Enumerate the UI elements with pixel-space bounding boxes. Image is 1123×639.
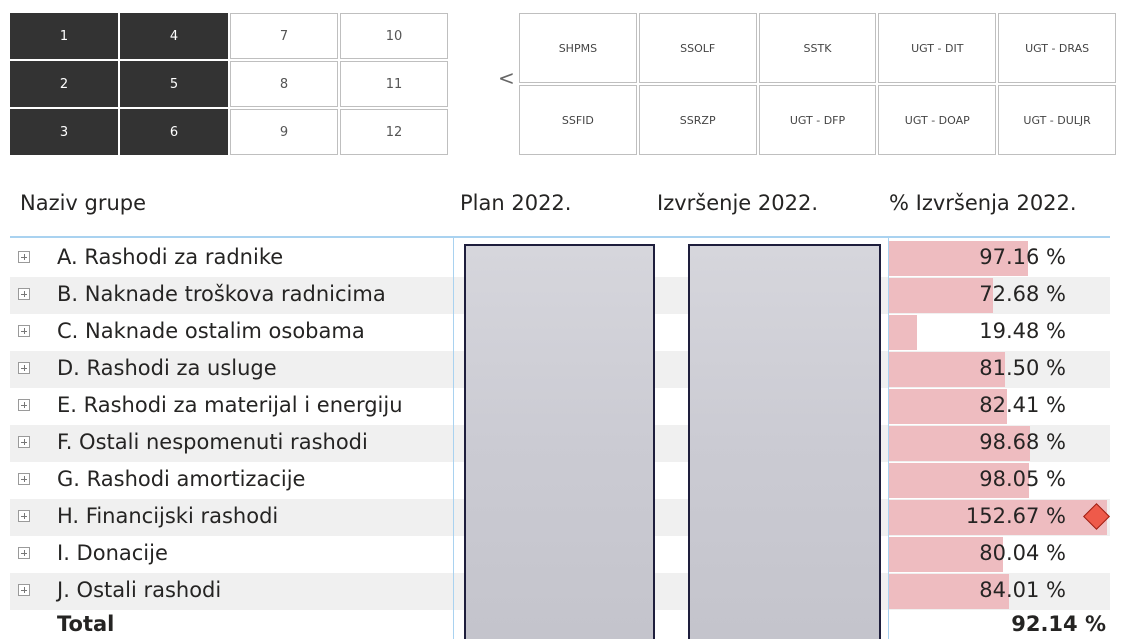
row-label: D. Rashodi za usluge (57, 356, 277, 380)
unit-item[interactable]: UGT - DOAP (878, 85, 997, 155)
percent-cell: 97.16 % (889, 240, 1110, 277)
unit-item[interactable]: UGT - DIT (878, 13, 997, 83)
column-header-plan[interactable]: Plan 2022. (460, 191, 571, 215)
percent-value: 84.01 % (979, 578, 1066, 602)
month-item-4[interactable]: 4 (120, 13, 228, 59)
column-divider (888, 238, 889, 639)
header-divider (10, 236, 1110, 238)
data-bar (889, 278, 993, 313)
expand-plus-icon[interactable] (18, 288, 30, 300)
total-percent: 92.14 % (1011, 612, 1106, 636)
column-header-actual[interactable]: Izvršenje 2022. (657, 191, 818, 215)
percent-value: 98.68 % (979, 430, 1066, 454)
percent-cell: 80.04 % (889, 536, 1110, 573)
month-item-10[interactable]: 10 (340, 13, 448, 59)
percent-value: 81.50 % (979, 356, 1066, 380)
unit-item[interactable]: UGT - DULJR (998, 85, 1116, 155)
row-label: J. Ostali rashodi (57, 578, 222, 602)
redacted-actual-values (688, 244, 881, 639)
percent-cell: 98.68 % (889, 425, 1110, 462)
row-label: I. Donacije (57, 541, 168, 565)
expand-plus-icon[interactable] (18, 399, 30, 411)
row-label: E. Rashodi za materijal i energiju (57, 393, 403, 417)
unit-item[interactable]: SHPMS (519, 13, 637, 83)
percent-value: 19.48 % (979, 319, 1066, 343)
unit-item[interactable]: UGT - DRAS (998, 13, 1116, 83)
percent-value: 82.41 % (979, 393, 1066, 417)
column-header-group[interactable]: Naziv grupe (20, 191, 146, 215)
unit-item[interactable]: SSFID (519, 85, 637, 155)
percent-value: 80.04 % (979, 541, 1066, 565)
expand-plus-icon[interactable] (18, 510, 30, 522)
row-label: G. Rashodi amortizacije (57, 467, 306, 491)
expand-plus-icon[interactable] (18, 362, 30, 374)
expand-plus-icon[interactable] (18, 325, 30, 337)
month-item-11[interactable]: 11 (340, 61, 448, 107)
expand-plus-icon[interactable] (18, 584, 30, 596)
percent-cell: 84.01 % (889, 573, 1110, 610)
percent-cell: 72.68 % (889, 277, 1110, 314)
row-label: H. Financijski rashodi (57, 504, 279, 528)
percent-cell: 98.05 % (889, 462, 1110, 499)
total-label: Total (57, 612, 115, 636)
percent-value: 152.67 % (965, 504, 1066, 528)
percent-value: 97.16 % (979, 245, 1066, 269)
percent-value: 98.05 % (979, 467, 1066, 491)
percent-cell: 19.48 % (889, 314, 1110, 351)
percent-cell: 81.50 % (889, 351, 1110, 388)
unit-slicer: SHPMS SSOLF SSTK UGT - DIT UGT - DRAS SSFID SS… (519, 13, 1116, 155)
row-label: C. Naknade ostalim osobama (57, 319, 365, 343)
month-item-8[interactable]: 8 (230, 61, 338, 107)
expand-plus-icon[interactable] (18, 436, 30, 448)
month-item-7[interactable]: 7 (230, 13, 338, 59)
chevron-left-icon[interactable]: < (498, 68, 515, 88)
unit-item[interactable]: SSOLF (638, 13, 757, 83)
percent-value: 72.68 % (979, 282, 1066, 306)
month-item-3[interactable]: 3 (10, 109, 118, 155)
column-divider (453, 238, 454, 639)
row-label: F. Ostali nespomenuti rashodi (57, 430, 368, 454)
unit-item[interactable]: UGT - DFP (758, 85, 877, 155)
data-bar (889, 315, 917, 350)
row-label: B. Naknade troškova radnicima (57, 282, 386, 306)
percent-cell: 82.41 % (889, 388, 1110, 425)
expand-plus-icon[interactable] (18, 547, 30, 559)
month-item-1[interactable]: 1 (10, 13, 118, 59)
month-item-12[interactable]: 12 (340, 109, 448, 155)
month-slicer: 1 2 3 4 5 6 7 8 9 10 11 12 (10, 13, 448, 155)
row-label: A. Rashodi za radnike (57, 245, 284, 269)
unit-item[interactable]: SSRZP (638, 85, 757, 155)
expand-plus-icon[interactable] (18, 473, 30, 485)
redacted-plan-values (464, 244, 655, 639)
expand-plus-icon[interactable] (18, 251, 30, 263)
month-item-6[interactable]: 6 (120, 109, 228, 155)
column-header-percent[interactable]: % Izvršenja 2022. (889, 191, 1077, 215)
month-item-5[interactable]: 5 (120, 61, 228, 107)
month-item-9[interactable]: 9 (230, 109, 338, 155)
percent-cell: 152.67 % (889, 499, 1110, 536)
unit-item[interactable]: SSTK (758, 13, 877, 83)
month-item-2[interactable]: 2 (10, 61, 118, 107)
